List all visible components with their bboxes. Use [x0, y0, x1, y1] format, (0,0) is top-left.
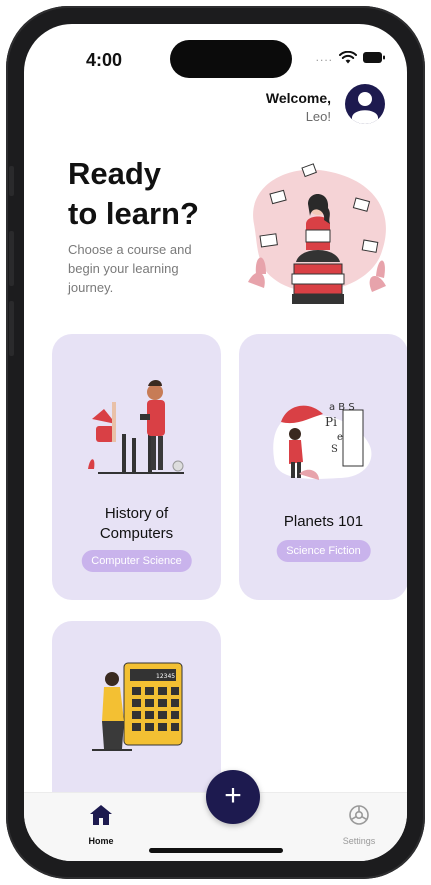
volume-down-button: [9, 301, 14, 356]
page-title: Ready to learn?: [68, 154, 199, 234]
svg-text:e: e: [337, 432, 343, 443]
dynamic-island: [170, 40, 292, 78]
scientist-illustration: [88, 380, 184, 474]
page-subtitle: Choose a course and begin your learning …: [68, 242, 192, 295]
user-avatar-icon[interactable]: [345, 84, 385, 124]
user-name: Leo!: [305, 109, 331, 124]
calculator-illustration: 12345: [92, 662, 183, 751]
gear-icon: [349, 805, 369, 825]
home-indicator: [149, 848, 283, 853]
status-bar: 4:00 ....: [24, 24, 407, 84]
reading-illustration: [248, 163, 386, 304]
page-title-line1: Ready: [68, 156, 162, 191]
course-card-planets-101[interactable]: a B S Pi e S Planets 101 Science Fiction: [239, 334, 407, 600]
add-course-button[interactable]: +: [206, 770, 260, 824]
greeting-text: Welcome,: [265, 90, 331, 106]
course-card-math[interactable]: 12345: [52, 621, 221, 821]
svg-text:a B S: a B S: [329, 402, 355, 413]
svg-text:12345: 12345: [156, 673, 175, 680]
page-title-line2: to learn?: [68, 196, 199, 231]
course-category-tag: Computer Science: [81, 550, 192, 572]
course-card-history-of-computers[interactable]: History of Computers Computer Science: [52, 334, 221, 600]
welcome-message: Welcome, Leo!: [266, 90, 331, 124]
tab-settings-label: Settings: [342, 836, 376, 846]
tab-settings[interactable]: Settings: [324, 803, 394, 846]
tab-home-label: Home: [88, 836, 114, 846]
home-icon: [90, 805, 112, 825]
course-title-line2: Computers: [99, 525, 174, 542]
status-time: 4:00: [86, 50, 123, 70]
volume-up-button: [9, 231, 14, 286]
course-title: Planets 101: [283, 513, 364, 530]
course-title: History of Computers: [52, 504, 221, 544]
status-icons: ....: [316, 50, 385, 64]
app-screen: 4:00 .... Welcome, Leo! Ready to learn? …: [24, 24, 407, 861]
svg-text:S: S: [331, 444, 338, 455]
course-category-tag: Science Fiction: [276, 540, 371, 562]
course-title-line1: History of: [104, 505, 169, 522]
svg-text:Pi: Pi: [325, 415, 337, 429]
mute-switch: [9, 166, 14, 196]
reader-illustration: a B S Pi e S: [273, 402, 372, 480]
signal-dots: ....: [315, 50, 333, 64]
phone-frame: 4:00 .... Welcome, Leo! Ready to learn? …: [6, 6, 425, 879]
wifi-icon: [339, 50, 357, 63]
tab-home[interactable]: Home: [66, 803, 136, 846]
battery-icon: [363, 51, 385, 63]
